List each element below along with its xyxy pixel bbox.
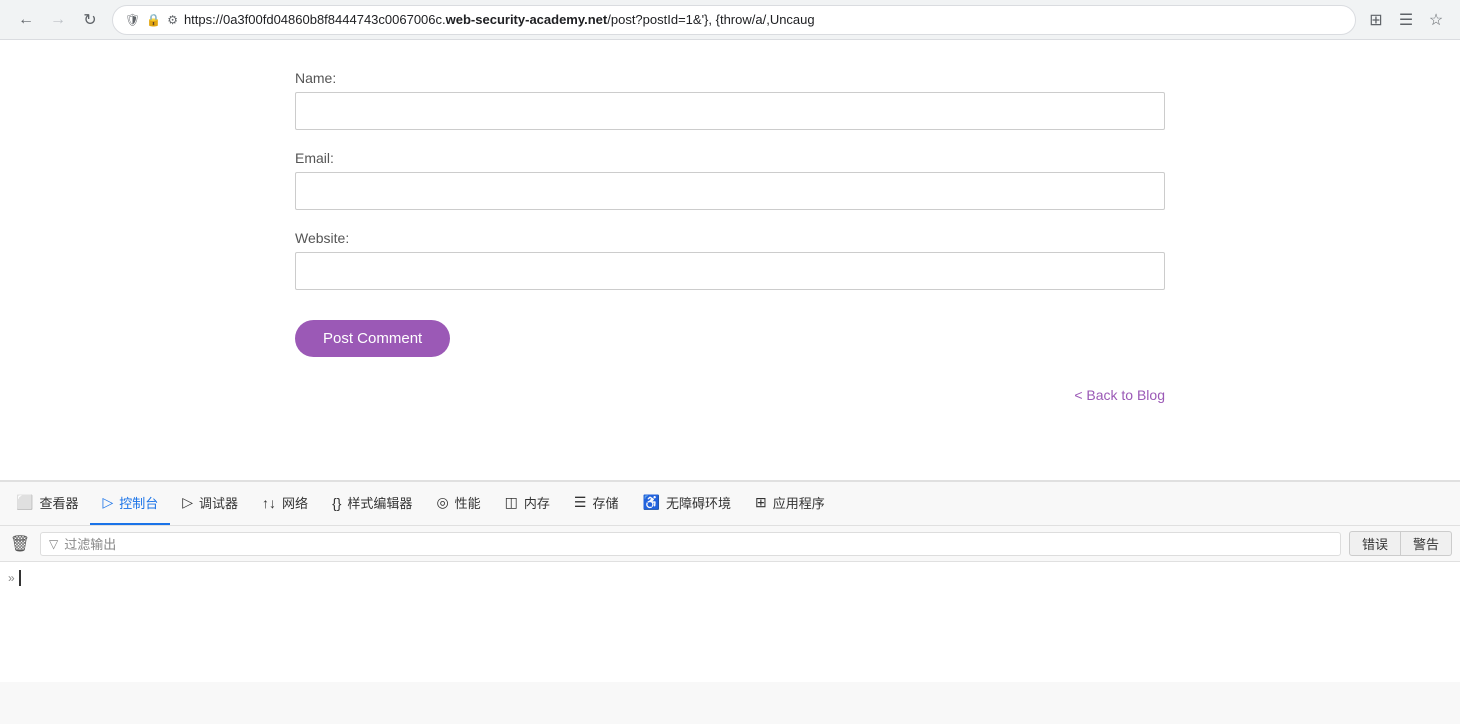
network-icon: ↑↓ [262, 495, 276, 511]
console-icon: ▷ [102, 494, 113, 511]
browser-chrome: ← → ↻ 🛡 🔒 ⚙ https://0a3f00fd04860b8f8444… [0, 0, 1460, 40]
tab-console[interactable]: ▷ 控制台 [90, 482, 170, 525]
inspector-tab-label: 查看器 [39, 493, 78, 512]
memory-icon: ◫ [505, 494, 518, 511]
devtools-panel: ⬜ 查看器 ▷ 控制台 ▷ 调试器 ↑↓ 网络 {} 样式编辑器 ◎ 性能 ◫ … [0, 480, 1460, 724]
email-field-container: Email: [295, 150, 1165, 210]
filter-label: 过滤输出 [64, 534, 116, 553]
post-comment-button[interactable]: Post Comment [295, 320, 450, 357]
shield-icon: 🛡 [125, 13, 140, 27]
tab-network[interactable]: ↑↓ 网络 [250, 482, 320, 525]
devtools-tabs-bar: ⬜ 查看器 ▷ 控制台 ▷ 调试器 ↑↓ 网络 {} 样式编辑器 ◎ 性能 ◫ … [0, 482, 1460, 526]
style-editor-tab-label: 样式编辑器 [347, 493, 412, 512]
filter-icon: ▽ [49, 537, 58, 551]
errors-button[interactable]: 错误 [1349, 531, 1401, 556]
console-tab-label: 控制台 [119, 493, 158, 512]
adjust-icon: ⚙ [167, 13, 178, 27]
name-label: Name: [295, 70, 1165, 86]
nav-buttons: ← → ↻ [12, 6, 104, 34]
tab-memory[interactable]: ◫ 内存 [493, 482, 562, 525]
email-input[interactable] [295, 172, 1165, 210]
tab-storage[interactable]: ☰ 存储 [562, 482, 631, 525]
tab-performance[interactable]: ◎ 性能 [424, 482, 492, 525]
inspector-icon: ⬜ [16, 494, 33, 511]
name-input[interactable] [295, 92, 1165, 130]
url-domain: web-security-academy.net [446, 12, 608, 27]
bookmark-bar-icon[interactable]: ☰ [1394, 8, 1418, 32]
performance-tab-label: 性能 [455, 493, 481, 512]
console-output-area: » [0, 562, 1460, 682]
tab-app[interactable]: ⊞ 应用程序 [743, 482, 837, 525]
error-warning-buttons: 错误 警告 [1349, 531, 1452, 556]
url-suffix: /post?postId=1&'}, {throw/a/,Uncaug [607, 12, 814, 27]
back-to-blog-link[interactable]: < Back to Blog [295, 387, 1165, 403]
warnings-button[interactable]: 警告 [1401, 531, 1452, 556]
filter-container[interactable]: ▽ 过滤输出 [40, 532, 1341, 556]
back-button[interactable]: ← [12, 6, 40, 34]
expand-icon[interactable]: » [8, 571, 15, 585]
app-icon: ⊞ [755, 494, 767, 511]
qr-icon[interactable]: ⊞ [1364, 8, 1388, 32]
reload-button[interactable]: ↻ [76, 6, 104, 34]
email-label: Email: [295, 150, 1165, 166]
devtools-toolbar: 🗑 ▽ 过滤输出 错误 警告 [0, 526, 1460, 562]
url-prefix: https://0a3f00fd04860b8f8444743c0067006c… [184, 12, 446, 27]
url-display: https://0a3f00fd04860b8f8444743c0067006c… [184, 12, 1343, 27]
tab-style-editor[interactable]: {} 样式编辑器 [320, 482, 424, 525]
website-label: Website: [295, 230, 1165, 246]
storage-tab-label: 存储 [592, 493, 618, 512]
debugger-tab-label: 调试器 [199, 493, 238, 512]
storage-icon: ☰ [574, 494, 587, 511]
memory-tab-label: 内存 [524, 493, 550, 512]
name-field-container: Name: [295, 70, 1165, 130]
main-content: Name: Email: Website: Post Comment < Bac… [0, 40, 1460, 480]
accessibility-tab-label: 无障碍环境 [666, 493, 731, 512]
website-input[interactable] [295, 252, 1165, 290]
app-tab-label: 应用程序 [773, 493, 825, 512]
text-cursor [19, 570, 21, 586]
comment-form: Name: Email: Website: Post Comment < Bac… [295, 70, 1165, 403]
network-tab-label: 网络 [282, 493, 308, 512]
chrome-icons: ⊞ ☰ ☆ [1364, 8, 1448, 32]
address-bar[interactable]: 🛡 🔒 ⚙ https://0a3f00fd04860b8f8444743c00… [112, 5, 1356, 35]
tab-inspector[interactable]: ⬜ 查看器 [4, 482, 90, 525]
debugger-icon: ▷ [182, 494, 193, 511]
star-icon[interactable]: ☆ [1424, 8, 1448, 32]
tab-debugger[interactable]: ▷ 调试器 [170, 482, 250, 525]
forward-button[interactable]: → [44, 6, 72, 34]
accessibility-icon: ♿ [643, 494, 660, 511]
style-editor-icon: {} [332, 495, 341, 511]
lock-icon: 🔒 [146, 13, 161, 27]
console-cursor-line: » [8, 562, 1452, 594]
performance-icon: ◎ [436, 494, 448, 511]
clear-console-button[interactable]: 🗑 [8, 532, 32, 556]
tab-accessibility[interactable]: ♿ 无障碍环境 [631, 482, 743, 525]
website-field-container: Website: [295, 230, 1165, 290]
